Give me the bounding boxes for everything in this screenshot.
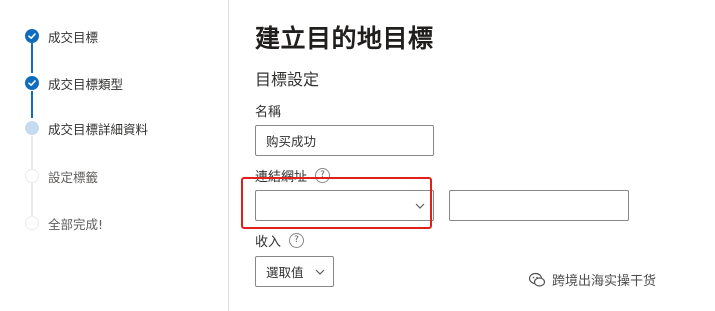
step-label: 全部完成! [48, 216, 104, 232]
income-label-text: 收入 [255, 235, 282, 250]
stepper-sidebar: 成交目標 成交目標類型 成交目標詳細資料 設定標籤 全部完成! [0, 0, 228, 311]
step-goal-details[interactable]: 成交目標詳細資料 [25, 118, 148, 138]
income-label: 收入 ? [255, 231, 305, 250]
step-goal-type[interactable]: 成交目標類型 [25, 73, 123, 93]
income-select-value: 選取值 [266, 265, 304, 280]
step-connector [31, 136, 33, 169]
name-input[interactable]: 购买成功 [255, 125, 434, 156]
income-select[interactable]: 選取值 [255, 256, 334, 287]
step-all-done: 全部完成! [25, 213, 103, 233]
step-set-tags: 設定標籤 [25, 166, 98, 186]
check-icon [25, 29, 39, 43]
watermark: 跨境出海实操干货 [528, 270, 656, 289]
step-connector [31, 183, 33, 216]
url-input[interactable] [449, 190, 629, 221]
pending-step-dot-icon [25, 216, 39, 230]
step-label: 成交目標詳細資料 [48, 121, 149, 137]
chevron-down-icon [315, 269, 325, 275]
step-label: 成交目標類型 [48, 76, 124, 92]
check-icon [25, 76, 39, 90]
name-input-value: 购买成功 [266, 134, 317, 149]
step-label: 設定標籤 [48, 169, 99, 185]
step-connector [31, 43, 33, 73]
step-label: 成交目標 [48, 29, 99, 45]
section-title: 目標設定 [255, 70, 320, 89]
step-goal[interactable]: 成交目標 [25, 26, 98, 46]
annotation-highlight-box [241, 177, 432, 229]
pending-step-dot-icon [25, 169, 39, 183]
current-step-dot-icon [25, 121, 39, 135]
name-label: 名稱 [255, 101, 281, 120]
help-icon[interactable]: ? [289, 233, 305, 248]
watermark-text: 跨境出海实操干货 [552, 274, 657, 289]
step-connector [31, 91, 33, 118]
name-label-text: 名稱 [255, 105, 282, 120]
sidebar-divider [228, 0, 229, 311]
wechat-logo-icon [528, 272, 546, 287]
page-title: 建立目的地目標 [255, 24, 434, 53]
